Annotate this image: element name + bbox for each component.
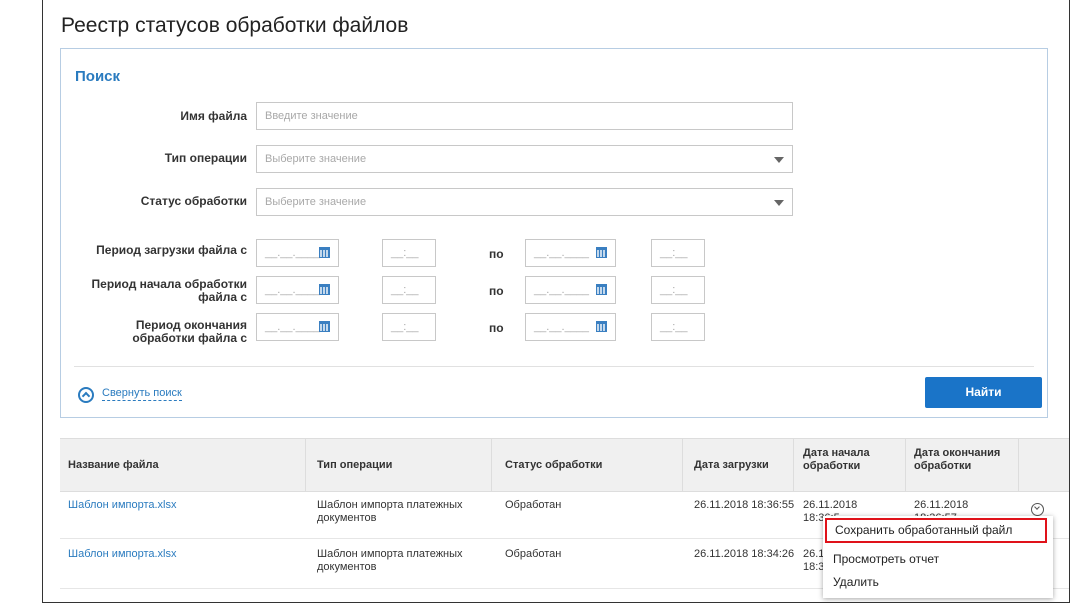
start-to-date[interactable]: __.__.____ — [525, 276, 616, 304]
start-date: 26.11.2018 — [803, 499, 858, 511]
file-name-link[interactable]: Шаблон импорта.xlsx — [68, 548, 177, 561]
search-panel: Поиск Имя файла Введите значение Тип опе… — [60, 48, 1048, 418]
calendar-icon[interactable] — [596, 284, 607, 295]
upload-from-time[interactable]: __:__ — [382, 239, 436, 267]
end-from-date[interactable]: __.__.____ — [256, 313, 339, 341]
date-placeholder: __.__.____ — [534, 247, 590, 259]
operation-type: Шаблон импорта платежных документов — [317, 548, 463, 573]
status-value: Обработан — [505, 548, 562, 560]
upload-from-date[interactable]: __.__.____ — [256, 239, 339, 267]
date-placeholder: __.__.____ — [265, 247, 321, 259]
date-placeholder: __.__.____ — [265, 321, 321, 333]
file-name-link[interactable]: Шаблон импорта.xlsx — [68, 499, 177, 512]
column-header[interactable]: Тип операции — [317, 459, 392, 472]
row-context-menu: Сохранить обработанный файл Просмотреть … — [823, 516, 1053, 598]
search-title: Поиск — [75, 68, 121, 85]
collapse-search-link[interactable]: Свернуть поиск — [102, 387, 182, 401]
column-header[interactable]: Дата начала обработки — [803, 447, 893, 473]
chevron-down-icon — [774, 200, 784, 206]
start-from-date[interactable]: __.__.____ — [256, 276, 339, 304]
upload-to-date[interactable]: __.__.____ — [525, 239, 616, 267]
operation-type: Шаблон импорта платежных документов — [317, 499, 463, 524]
registry-frame: Реестр статусов обработки файлов Поиск И… — [42, 0, 1070, 603]
view-report-item[interactable]: Просмотреть отчет — [823, 549, 1053, 569]
column-header[interactable]: Название файла — [68, 459, 159, 472]
save-processed-file-item[interactable]: Сохранить обработанный файл — [825, 518, 1047, 543]
delete-item[interactable]: Удалить — [823, 572, 1053, 592]
op-type-label: Тип операции — [164, 151, 247, 165]
chevron-up-circle-icon[interactable] — [78, 387, 94, 403]
end-to-time[interactable]: __:__ — [651, 313, 705, 341]
period-upload-label: Период загрузки файла с — [96, 243, 247, 257]
status-select[interactable]: Выберите значение — [256, 188, 793, 216]
column-header[interactable]: Дата окончания обработки — [914, 447, 1014, 473]
op-type-select[interactable]: Выберите значение — [256, 145, 793, 173]
calendar-icon[interactable] — [319, 247, 330, 258]
file-name-input[interactable]: Введите значение — [256, 102, 793, 130]
end-date: 26.11.2018 — [914, 499, 969, 511]
to-label: по — [489, 321, 504, 335]
find-button[interactable]: Найти — [925, 377, 1042, 408]
start-to-time[interactable]: __:__ — [651, 276, 705, 304]
column-header[interactable]: Дата загрузки — [694, 459, 769, 472]
date-placeholder: __.__.____ — [534, 321, 590, 333]
page-title: Реестр статусов обработки файлов — [61, 14, 409, 37]
op-type-placeholder: Выберите значение — [265, 153, 367, 165]
upload-date: 26.11.2018 18:36:55 — [694, 499, 795, 511]
period-end-label: Период окончания обработки файла с — [132, 318, 247, 345]
upload-date: 26.11.2018 18:34:26 — [694, 548, 795, 560]
time-placeholder: __:__ — [660, 284, 688, 296]
time-placeholder: __:__ — [391, 284, 419, 296]
date-placeholder: __.__.____ — [265, 284, 321, 296]
period-start-label: Период начала обработки файла с — [91, 277, 247, 304]
file-name-label: Имя файла — [180, 109, 247, 123]
calendar-icon[interactable] — [596, 321, 607, 332]
start-from-time[interactable]: __:__ — [382, 276, 436, 304]
status-value: Обработан — [505, 499, 562, 511]
chevron-down-icon — [774, 157, 784, 163]
calendar-icon[interactable] — [596, 247, 607, 258]
to-label: по — [489, 284, 504, 298]
status-placeholder: Выберите значение — [265, 196, 367, 208]
status-label: Статус обработки — [140, 194, 247, 208]
end-to-date[interactable]: __.__.____ — [525, 313, 616, 341]
chevron-down-circle-icon[interactable] — [1031, 503, 1044, 516]
upload-to-time[interactable]: __:__ — [651, 239, 705, 267]
divider — [74, 366, 1034, 367]
table-header: Название файла Тип операции Статус обраб… — [60, 438, 1069, 492]
column-header[interactable]: Статус обработки — [505, 459, 602, 472]
time-placeholder: __:__ — [391, 321, 419, 333]
calendar-icon[interactable] — [319, 284, 330, 295]
calendar-icon[interactable] — [319, 321, 330, 332]
file-name-placeholder: Введите значение — [265, 110, 358, 122]
time-placeholder: __:__ — [391, 247, 419, 259]
time-placeholder: __:__ — [660, 247, 688, 259]
time-placeholder: __:__ — [660, 321, 688, 333]
to-label: по — [489, 247, 504, 261]
date-placeholder: __.__.____ — [534, 284, 590, 296]
end-from-time[interactable]: __:__ — [382, 313, 436, 341]
